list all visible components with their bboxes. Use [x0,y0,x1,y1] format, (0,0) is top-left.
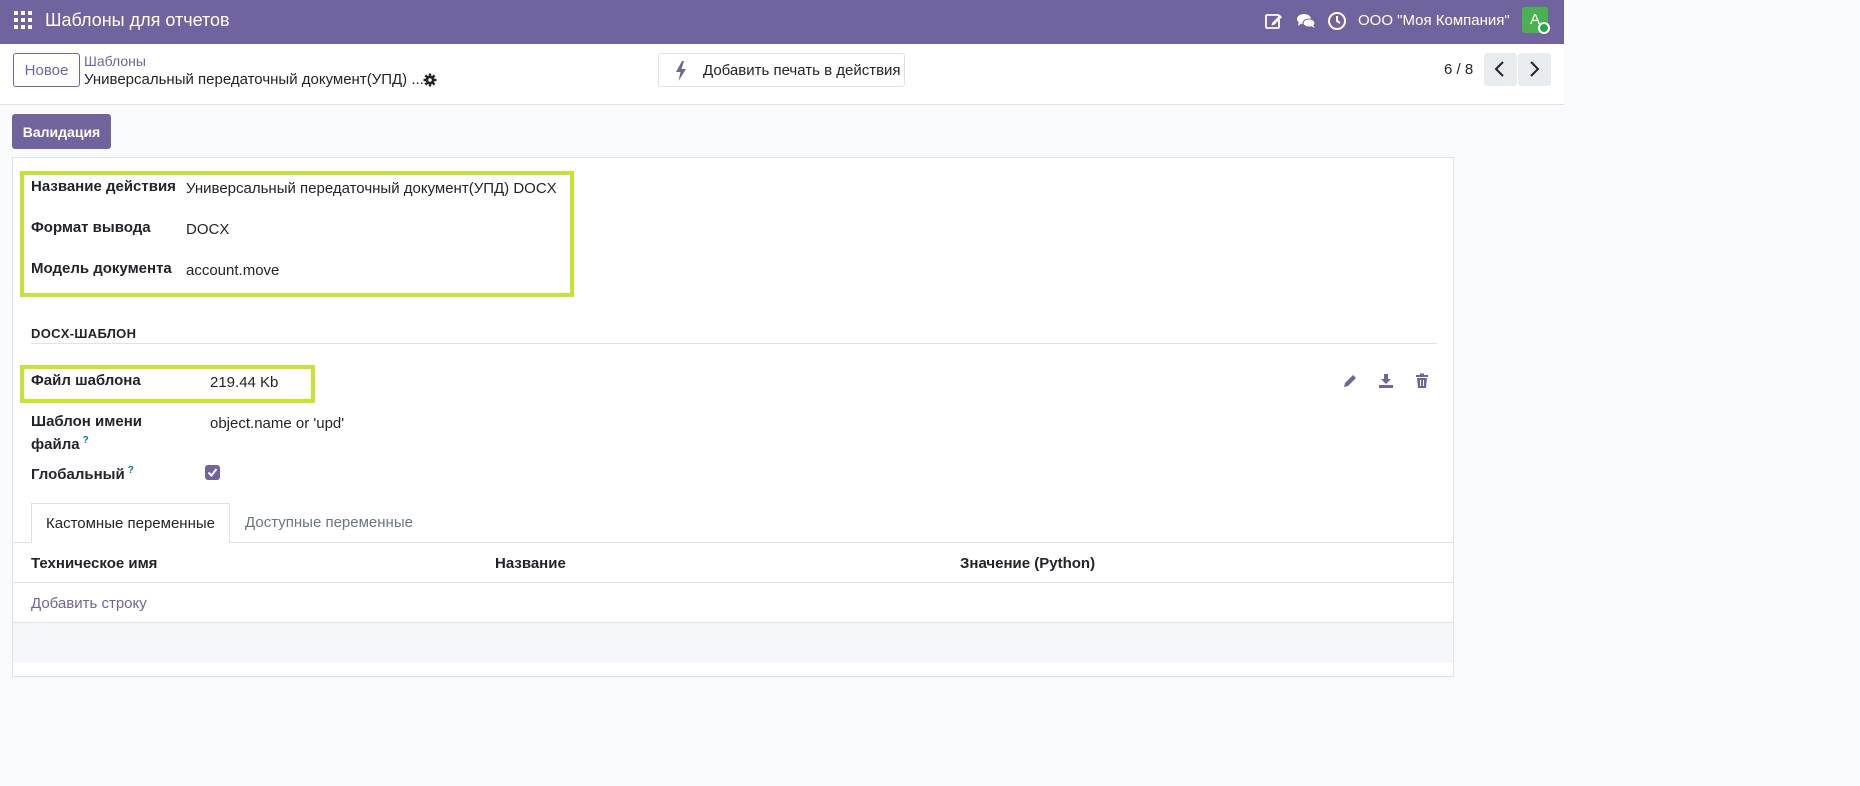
section-separator [31,343,1437,344]
template-file-label: Файл шаблона [31,372,141,389]
table-header-divider [13,582,1453,583]
new-button[interactable]: Новое [13,53,80,87]
column-header-python-value[interactable]: Значение (Python) [960,555,1095,572]
add-row-link[interactable]: Добавить строку [31,595,147,612]
column-header-technical-name[interactable]: Техническое имя [31,555,157,572]
filename-template-field[interactable]: object.name or 'upd' [210,415,344,432]
apps-menu-icon[interactable] [14,11,32,29]
filename-template-label-line1: Шаблон имени [31,413,142,430]
add-print-label: Добавить печать в действия [703,62,901,79]
chevron-right-icon [1530,61,1540,77]
column-header-name[interactable]: Название [495,555,566,572]
download-icon[interactable] [1378,373,1394,389]
filename-template-label: файла? [31,435,89,453]
template-file-size[interactable]: 219.44 Kb [210,374,278,391]
breadcrumb-parent[interactable]: Шаблоны [84,53,146,69]
clock-icon[interactable] [1327,11,1347,31]
validate-button[interactable]: Валидация [12,114,111,149]
pager-next-button[interactable] [1518,53,1551,86]
app-title[interactable]: Шаблоны для отчетов [45,10,230,31]
trash-icon[interactable] [1414,373,1430,389]
chevron-left-icon [1494,61,1504,77]
pencil-icon[interactable] [1342,373,1358,389]
model-field[interactable]: account.move [186,262,279,279]
global-checkbox[interactable] [205,465,220,480]
checkmark-icon [207,468,218,478]
action-name-label: Название действия [31,178,176,195]
tab-custom-variables[interactable]: Кастомные переменные [31,503,230,543]
help-tooltip-icon[interactable]: ? [128,465,134,476]
table-empty-row [13,623,1453,663]
action-name-field[interactable]: Универсальный передаточный документ(УПД)… [186,180,557,197]
global-label-text: Глобальный [31,466,125,483]
breadcrumb-current: Универсальный передаточный документ(УПД)… [84,71,424,88]
company-switcher[interactable]: ООО "Моя Компания" [1358,12,1510,29]
output-format-label: Формат вывода [31,219,151,236]
help-tooltip-icon[interactable]: ? [83,435,89,446]
global-label: Глобальный? [31,465,134,483]
top-navbar: Шаблоны для отчетов ООО "Моя Компания" A [0,0,1564,44]
filename-template-label-line2: файла [31,436,80,453]
pager-value[interactable]: 6 / 8 [1444,61,1473,78]
add-print-to-actions-button[interactable]: Добавить печать в действия [658,53,905,87]
output-format-field[interactable]: DOCX [186,221,229,238]
online-status-dot [1538,22,1550,34]
section-title-docx-template: DOCX-ШАБЛОН [31,326,137,341]
control-panel: Новое Шаблоны Универсальный передаточный… [0,44,1564,105]
edit-icon[interactable] [1264,11,1284,31]
bolt-icon [676,61,686,81]
pager-previous-button[interactable] [1484,53,1517,86]
chat-icon[interactable] [1296,11,1316,31]
model-label: Модель документа [31,260,172,277]
gear-icon[interactable] [423,73,437,87]
tab-available-variables[interactable]: Доступные переменные [230,503,428,543]
